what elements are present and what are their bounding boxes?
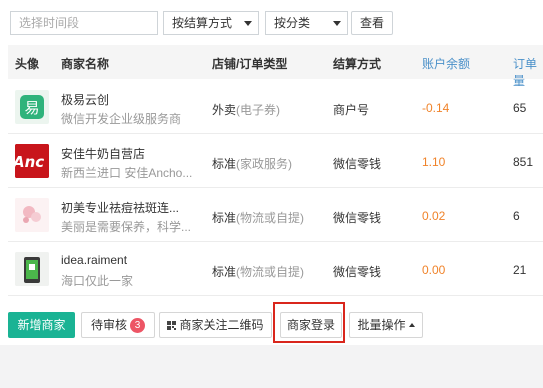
category-select[interactable]: 按分类	[265, 11, 348, 35]
query-button[interactable]: 查看	[351, 11, 393, 35]
account-balance: -0.14	[422, 101, 450, 115]
pending-review-button[interactable]: 待审核 3	[81, 312, 155, 338]
merchant-desc: 新西兰进口 安佳Ancho...	[61, 166, 193, 180]
order-count: 65	[513, 101, 527, 115]
store-type: 标准(物流或自提)	[212, 211, 305, 225]
svg-text:易: 易	[24, 99, 39, 117]
pending-count-badge: 3	[130, 318, 145, 333]
chevron-down-icon	[244, 21, 252, 26]
svg-text:Anc: Anc	[15, 153, 44, 171]
settlement-method-select[interactable]: 按结算方式	[163, 11, 259, 35]
account-balance: 0.00	[422, 263, 446, 277]
table-row[interactable]: 易 极易云创 微信开发企业级服务商 外卖(电子券) 商户号 -0.14 65	[8, 80, 543, 134]
settlement-method: 微信零钱	[333, 157, 382, 171]
category-select-label: 按分类	[274, 16, 311, 30]
pending-review-label: 待审核	[90, 318, 127, 332]
merchant-desc: 海口仅此一家	[61, 274, 134, 288]
account-balance: 1.10	[422, 155, 446, 169]
qr-code-label: 商家关注二维码	[179, 318, 264, 332]
settlement-method: 商户号	[333, 103, 370, 117]
order-count: 6	[513, 209, 520, 223]
batch-operations-label: 批量操作	[357, 318, 406, 332]
store-type: 标准(家政服务)	[212, 157, 293, 171]
caret-up-icon	[408, 323, 415, 327]
settlement-select-label: 按结算方式	[172, 16, 233, 30]
highlight-box	[273, 302, 345, 343]
header-avatar: 头像	[15, 57, 40, 71]
table-row[interactable]: Anc 安佳牛奶自营店 新西兰进口 安佳Ancho... 标准(家政服务) 微信…	[8, 134, 543, 188]
store-type: 外卖(电子券)	[212, 103, 281, 117]
merchant-list-panel: 按结算方式 按分类 查看 头像 商家名称 店铺/订单类型 结算方式 账户余额 订…	[0, 0, 543, 345]
table-row[interactable]: 初美专业祛痘祛斑连... 美丽是需要保养，科学... 标准(物流或自提) 微信零…	[8, 188, 543, 242]
order-count: 851	[513, 155, 534, 169]
batch-operations-button[interactable]: 批量操作	[349, 312, 423, 338]
header-balance[interactable]: 账户余额	[422, 55, 470, 72]
chevron-down-icon	[333, 21, 341, 26]
account-balance: 0.02	[422, 209, 446, 223]
yi-logo-icon: 易	[15, 90, 49, 124]
merchant-desc: 美丽是需要保养，科学...	[61, 220, 192, 234]
qr-code-icon	[167, 321, 177, 330]
flower-photo-icon	[15, 198, 49, 232]
time-range-input[interactable]	[10, 11, 158, 35]
table-header: 头像 商家名称 店铺/订单类型 结算方式 账户余额 订单量	[8, 45, 543, 88]
merchant-name[interactable]: 极易云创	[61, 91, 109, 108]
header-name: 商家名称	[61, 57, 110, 71]
qr-code-button[interactable]: 商家关注二维码	[159, 312, 272, 338]
table-row[interactable]: idea.raiment 海口仅此一家 标准(物流或自提) 微信零钱 0.00 …	[8, 242, 543, 296]
merchant-name[interactable]: 安佳牛奶自营店	[61, 145, 145, 162]
add-merchant-button[interactable]: 新增商家	[8, 312, 75, 338]
anchor-logo-icon: Anc	[15, 144, 49, 178]
store-type: 标准(物流或自提)	[212, 265, 305, 279]
phone-app-icon	[15, 252, 49, 286]
header-settlement: 结算方式	[333, 57, 382, 71]
settlement-method: 微信零钱	[333, 211, 382, 225]
order-count: 21	[513, 263, 527, 277]
settlement-method: 微信零钱	[333, 265, 382, 279]
merchant-name[interactable]: 初美专业祛痘祛斑连...	[61, 199, 179, 216]
merchant-name[interactable]: idea.raiment	[61, 253, 127, 267]
merchant-desc: 微信开发企业级服务商	[61, 112, 182, 126]
header-store-type: 店铺/订单类型	[212, 57, 288, 71]
